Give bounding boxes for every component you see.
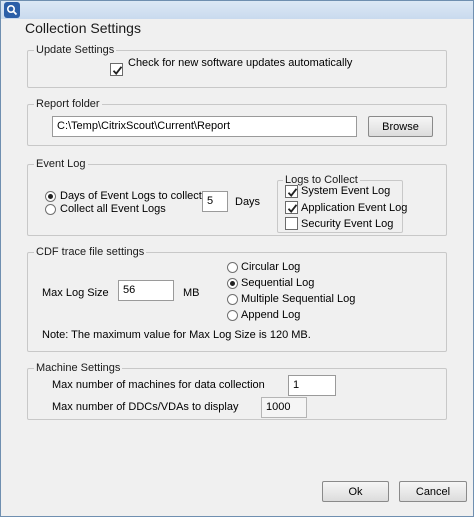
report-folder-path-input[interactable]: C:\Temp\CitrixScout\Current\Report [52, 116, 357, 137]
collection-settings-window: Collection Settings Update Settings Chec… [0, 0, 474, 517]
max-log-size-label: Max Log Size [42, 287, 109, 299]
checkmark-icon [287, 204, 298, 213]
system-event-log-label: System Event Log [301, 185, 391, 197]
security-event-log-label: Security Event Log [301, 218, 394, 230]
auto-update-label: Check for new software updates automatic… [128, 57, 353, 69]
update-settings-legend: Update Settings [34, 43, 117, 57]
days-of-event-logs-label: Days of Event Logs to collect [60, 190, 202, 202]
machine-settings-group: Machine Settings Max number of machines … [27, 361, 447, 420]
title-bar [1, 1, 473, 19]
cancel-button[interactable]: Cancel [399, 481, 467, 502]
machine-settings-legend: Machine Settings [34, 361, 123, 375]
checkmark-icon [112, 66, 123, 75]
max-machines-label: Max number of machines for data collecti… [52, 379, 265, 391]
sequential-log-label: Sequential Log [241, 277, 315, 289]
application-event-log-checkbox[interactable] [285, 201, 298, 214]
app-icon [4, 2, 20, 18]
multiple-sequential-log-radio[interactable] [227, 294, 238, 305]
circular-log-radio[interactable] [227, 262, 238, 273]
max-log-size-input[interactable]: 56 [118, 280, 174, 301]
report-folder-group: Report folder C:\Temp\CitrixScout\Curren… [27, 97, 447, 146]
event-log-legend: Event Log [34, 157, 88, 171]
sequential-log-radio[interactable] [227, 278, 238, 289]
checkmark-icon [287, 188, 298, 197]
logs-to-collect-group: Logs to Collect System Event Log Applica… [277, 173, 407, 233]
collect-all-event-logs-label: Collect all Event Logs [60, 203, 166, 215]
days-unit-label: Days [235, 196, 261, 208]
collect-all-event-logs-radio[interactable] [45, 204, 56, 215]
append-log-radio[interactable] [227, 310, 238, 321]
append-log-label: Append Log [241, 309, 301, 321]
dialog-title: Collection Settings [25, 20, 141, 36]
multiple-sequential-log-label: Multiple Sequential Log [241, 293, 356, 305]
max-log-size-unit: MB [183, 287, 200, 299]
max-machines-input[interactable]: 1 [288, 375, 336, 396]
browse-button[interactable]: Browse [368, 116, 433, 137]
days-of-event-logs-radio[interactable] [45, 191, 56, 202]
days-input[interactable]: 5 [202, 191, 228, 212]
event-log-group: Event Log Days of Event Logs to collect … [27, 157, 447, 236]
update-settings-group: Update Settings Check for new software u… [27, 43, 447, 88]
system-event-log-checkbox[interactable] [285, 185, 298, 198]
cdf-trace-group: CDF trace file settings Max Log Size 56 … [27, 245, 447, 352]
max-ddcs-input[interactable]: 1000 [261, 397, 307, 418]
auto-update-checkbox[interactable] [110, 63, 123, 76]
circular-log-label: Circular Log [241, 261, 301, 273]
ok-button[interactable]: Ok [322, 481, 389, 502]
cdf-trace-legend: CDF trace file settings [34, 245, 147, 259]
security-event-log-checkbox[interactable] [285, 217, 298, 230]
report-folder-legend: Report folder [34, 97, 102, 111]
max-log-size-note: Note: The maximum value for Max Log Size… [42, 329, 311, 341]
max-ddcs-label: Max number of DDCs/VDAs to display [52, 401, 239, 413]
application-event-log-label: Application Event Log [301, 202, 408, 214]
